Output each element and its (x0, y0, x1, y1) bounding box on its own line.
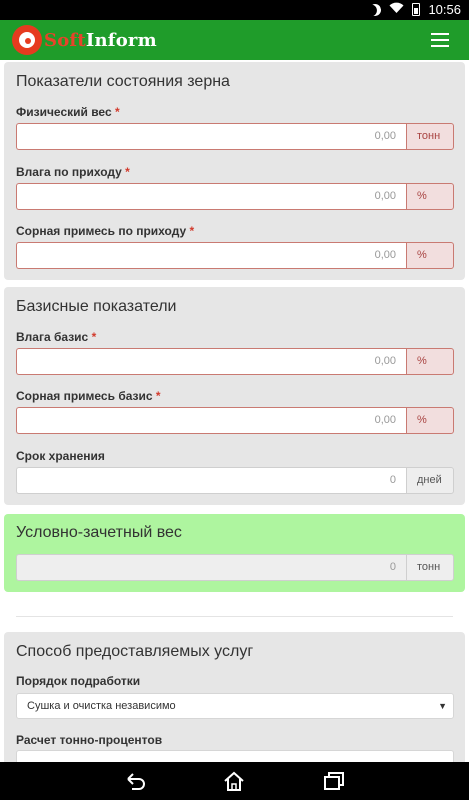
home-icon[interactable] (222, 770, 246, 792)
battery-icon (412, 3, 421, 16)
moisture-basis-input[interactable]: 0,00 (16, 348, 406, 375)
wifi-icon (389, 2, 404, 17)
physical-weight-group: 0,00 тонн (16, 123, 454, 150)
services-panel: Способ предоставляемых услуг Порядок под… (4, 632, 465, 762)
section-divider (16, 616, 453, 617)
conditional-weight-panel: Условно-зачетный вес 0 тонн (4, 514, 465, 592)
storage-term-group: 0 дней (16, 467, 454, 494)
app-logo[interactable]: SoftInform (12, 25, 157, 55)
storage-term-label: Срок хранения (16, 449, 105, 463)
order-label: Порядок подработки (16, 674, 141, 688)
status-bar: 10:56 (0, 0, 469, 20)
order-select-value: Сушка и очистка независимо (27, 700, 176, 712)
order-select[interactable]: Сушка и очистка независимо ▼ (16, 693, 454, 719)
physical-weight-input[interactable]: 0,00 (16, 123, 406, 150)
physical-weight-unit: тонн (406, 123, 454, 150)
moisture-arrival-input[interactable]: 0,00 (16, 183, 406, 210)
storage-term-unit: дней (406, 467, 454, 494)
impurity-arrival-input[interactable]: 0,00 (16, 242, 406, 269)
status-icons: 10:56 (369, 2, 461, 17)
moisture-basis-label: Влага базис * (16, 330, 97, 344)
required-mark: * (125, 165, 130, 179)
moisture-arrival-unit: % (406, 183, 454, 210)
impurity-basis-label: Сорная примесь базис * (16, 389, 161, 403)
navigation-bar (0, 762, 469, 800)
required-mark: * (91, 330, 97, 344)
recent-apps-icon[interactable] (322, 770, 346, 792)
conditional-weight-unit: тонн (406, 554, 454, 581)
physical-weight-label: Физический вес * (16, 105, 120, 119)
conditional-weight-group: 0 тонн (16, 554, 454, 581)
moisture-arrival-label: Влага по приходу * (16, 165, 130, 179)
basis-title: Базисные показатели (16, 298, 177, 315)
moisture-arrival-group: 0,00 % (16, 183, 454, 210)
back-icon[interactable] (123, 770, 147, 792)
conditional-weight-title: Условно-зачетный вес (16, 524, 182, 541)
app-bar: SoftInform (0, 20, 469, 60)
impurity-basis-unit: % (406, 407, 454, 434)
logo-part2: Inform (85, 29, 157, 51)
impurity-arrival-unit: % (406, 242, 454, 269)
basis-panel: Базисные показатели Влага базис * 0,00 %… (4, 287, 465, 505)
impurity-arrival-label: Сорная примесь по приходу * (16, 224, 195, 238)
services-title: Способ предоставляемых услуг (16, 643, 254, 660)
softinform-logo-icon (12, 25, 42, 55)
grain-condition-panel: Показатели состояния зерна Физический ве… (4, 62, 465, 280)
moisture-basis-unit: % (406, 348, 454, 375)
required-mark: * (189, 224, 195, 238)
moon-icon (368, 2, 383, 17)
status-time: 10:56 (428, 2, 461, 17)
hamburger-menu-icon[interactable] (431, 33, 449, 47)
impurity-arrival-group: 0,00 % (16, 242, 454, 269)
required-mark: * (155, 389, 161, 403)
conditional-weight-input: 0 (16, 554, 406, 581)
impurity-basis-input[interactable]: 0,00 (16, 407, 406, 434)
logo-text: SoftInform (44, 30, 157, 51)
select-caret-icon: ▼ (438, 701, 447, 711)
storage-term-input[interactable]: 0 (16, 467, 406, 494)
required-mark: * (114, 105, 120, 119)
ton-percent-select[interactable] (16, 750, 454, 762)
logo-part1: Soft (44, 29, 86, 51)
moisture-basis-group: 0,00 % (16, 348, 454, 375)
impurity-basis-group: 0,00 % (16, 407, 454, 434)
ton-percent-label: Расчет тонно-процентов (16, 733, 163, 747)
grain-condition-title: Показатели состояния зерна (16, 73, 230, 90)
main-content: Показатели состояния зерна Физический ве… (0, 60, 469, 762)
